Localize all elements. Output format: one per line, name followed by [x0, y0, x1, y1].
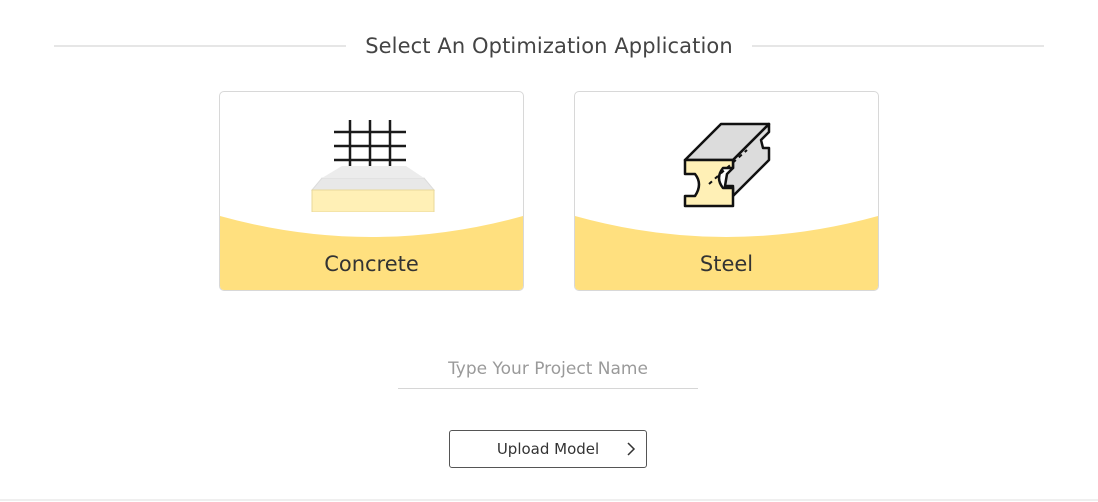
page-title: Select An Optimization Application — [365, 34, 733, 58]
concrete-slab-icon — [310, 120, 436, 212]
card-label-steel: Steel — [699, 252, 754, 276]
project-name-input[interactable] — [398, 350, 698, 389]
bottom-divider — [0, 499, 1098, 501]
concrete-card[interactable]: Concrete — [219, 91, 524, 291]
card-label-concrete: Concrete — [324, 252, 419, 276]
header-rule-right — [751, 45, 1044, 47]
steel-ibeam-icon — [683, 122, 771, 208]
steel-card[interactable]: Steel — [574, 91, 879, 291]
header-rule-left — [54, 45, 347, 47]
chevron-right-icon — [627, 442, 636, 456]
upload-model-label: Upload Model — [496, 440, 600, 458]
section-header: Select An Optimization Application — [54, 26, 1044, 66]
upload-model-button[interactable]: Upload Model — [449, 430, 647, 468]
